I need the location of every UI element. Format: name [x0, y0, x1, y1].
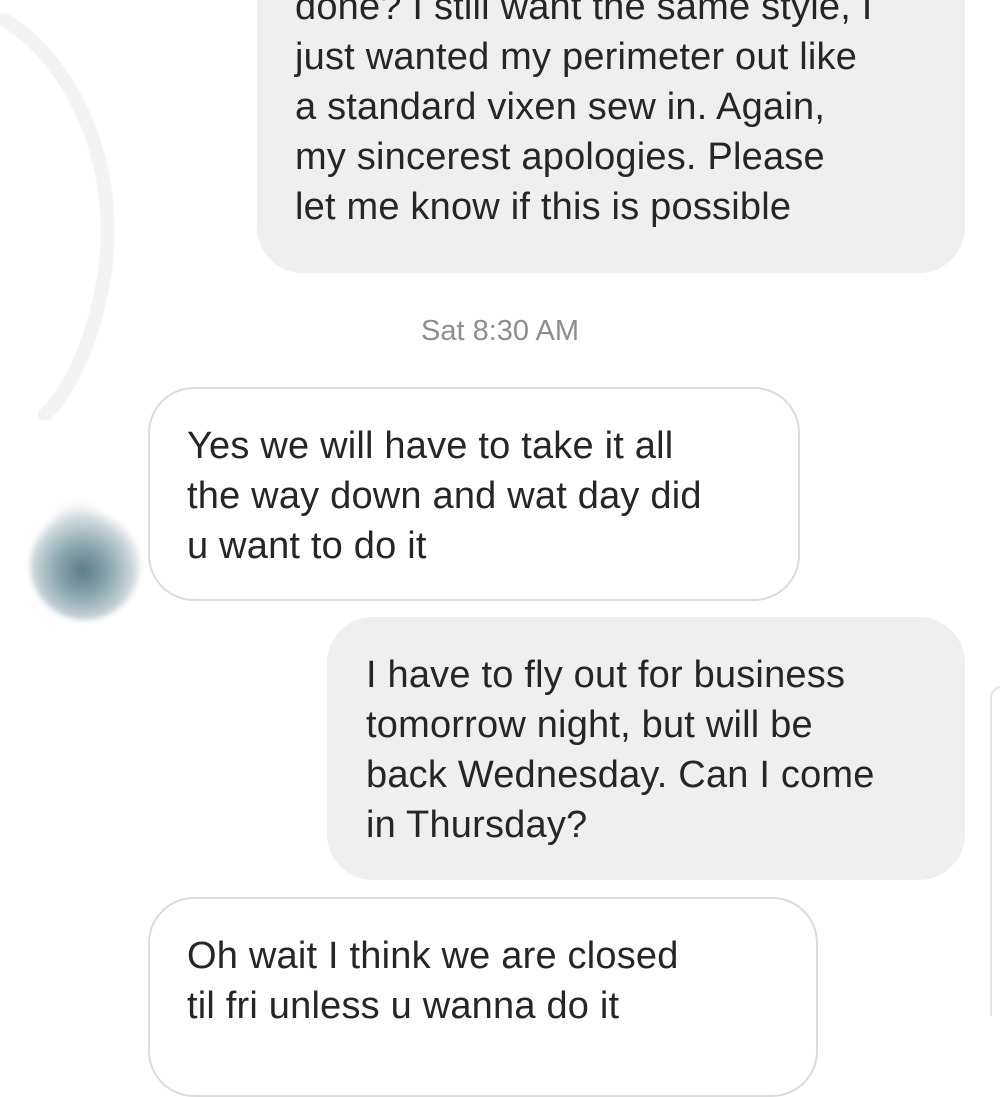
received-message-bubble[interactable]: Oh wait I think we are closed til fri un…: [148, 897, 818, 1097]
avatar[interactable]: [30, 510, 140, 620]
sent-message-bubble[interactable]: I have to fly out for business tomorrow …: [327, 617, 965, 880]
message-thread[interactable]: done? I still want the same style, I jus…: [0, 0, 1000, 1097]
message-timestamp: Sat 8:30 AM: [421, 315, 579, 347]
background-swipe-mark: [0, 13, 115, 420]
scroll-panel-edge: [990, 686, 1000, 1016]
sent-message-bubble[interactable]: done? I still want the same style, I jus…: [257, 0, 965, 273]
received-message-bubble[interactable]: Yes we will have to take it all the way …: [148, 387, 800, 601]
